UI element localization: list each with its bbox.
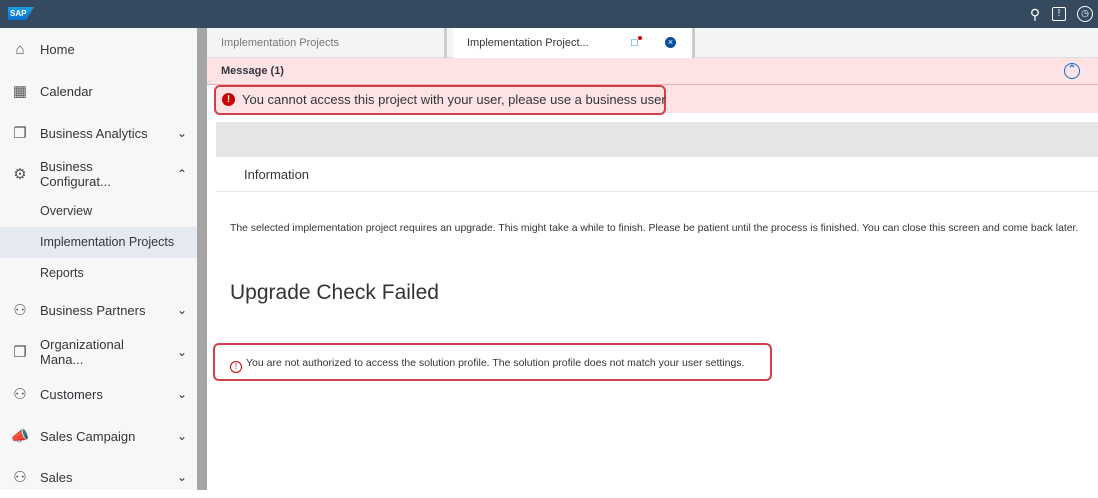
error-outline-icon: ! <box>230 361 242 373</box>
sidebar-item-home[interactable]: ⌂ Home <box>0 28 197 70</box>
home-icon: ⌂ <box>15 40 25 58</box>
label: Business Analytics <box>40 125 148 141</box>
label: Customers <box>40 386 103 402</box>
sidebar-item-sales-campaign[interactable]: 📣 Sales Campaign ⌄ <box>0 415 197 457</box>
tab-bar: Implementation Projects Implementation P… <box>207 28 1098 58</box>
message-header[interactable]: Message (1) ⌃ <box>207 58 1098 85</box>
sap-logo[interactable]: SAP <box>8 7 34 20</box>
partners-icon: ⚇ <box>13 302 27 319</box>
gear-icon: ⚙ <box>13 166 27 183</box>
sales-icon: ⚇ <box>13 469 27 486</box>
sidebar-item-business-analytics[interactable]: ❐ Business Analytics ⌄ <box>0 112 197 154</box>
divider <box>216 191 1098 192</box>
sidebar-sub-overview[interactable]: Overview <box>0 196 197 227</box>
sidebar-item-business-configuration[interactable]: ⚙ Business Configurat... ⌃ <box>0 153 197 195</box>
section-title: Upgrade Check Failed <box>230 281 439 304</box>
error-icon: ! <box>222 93 235 106</box>
message-notification-icon[interactable]: □ <box>631 28 642 58</box>
sidebar-sub-implementation-projects[interactable]: Implementation Projects <box>0 227 197 258</box>
org-icon: ❐ <box>13 344 27 361</box>
sidebar-item-calendar[interactable]: ▦ Calendar <box>0 70 197 112</box>
sidebar-item-business-partners[interactable]: ⚇ Business Partners ⌄ <box>0 289 197 331</box>
sidebar-sub-reports[interactable]: Reports <box>0 258 197 289</box>
label: Business Partners <box>40 302 146 318</box>
close-tab-icon[interactable]: × <box>665 37 676 48</box>
message-count: Message (1) <box>221 65 284 77</box>
chevron-down-icon[interactable]: ⌄ <box>167 429 197 443</box>
sidebar-item-sales[interactable]: ⚇ Sales ⌄ <box>0 456 197 498</box>
chevron-down-icon[interactable]: ⌄ <box>167 387 197 401</box>
info-text: The selected implementation project requ… <box>230 223 1079 234</box>
chevron-up-icon[interactable]: ⌃ <box>167 167 197 181</box>
sidebar-item-organizational-management[interactable]: ❐ Organizational Mana... ⌄ <box>0 331 197 373</box>
label: Home <box>40 41 75 57</box>
feedback-icon[interactable]: ! <box>1052 7 1066 21</box>
error-message-text: You cannot access this project with your… <box>242 92 666 107</box>
object-header <box>216 122 1098 157</box>
shell-bar: SAP ⚲ ! ◷ <box>0 0 1098 28</box>
label: Sales <box>40 469 73 485</box>
chevron-down-icon[interactable]: ⌄ <box>167 126 197 140</box>
customers-icon: ⚇ <box>13 386 27 403</box>
label: Business Configurat... <box>40 159 111 189</box>
sidebar-item-customers[interactable]: ⚇ Customers ⌄ <box>0 373 197 415</box>
clock-icon[interactable]: ◷ <box>1077 6 1093 22</box>
chevron-down-icon[interactable]: ⌄ <box>167 303 197 317</box>
tab-implementation-projects[interactable]: Implementation Projects <box>207 28 447 58</box>
megaphone-icon: 📣 <box>10 428 30 445</box>
tab-label: Implementation Project... <box>467 37 589 49</box>
analytics-icon: ❐ <box>13 125 27 142</box>
chevron-down-icon[interactable]: ⌄ <box>167 345 197 359</box>
collapse-icon[interactable]: ⌃ <box>1064 63 1080 79</box>
tab-information[interactable]: Information <box>244 167 309 182</box>
calendar-icon: ▦ <box>12 83 28 100</box>
tab-implementation-project-detail[interactable]: Implementation Project... □ × <box>453 28 695 58</box>
warning-text: You are not authorized to access the sol… <box>246 357 745 369</box>
sidebar-scrollbar[interactable] <box>197 28 207 490</box>
label: Sales Campaign <box>40 428 136 444</box>
label: Organizational Mana... <box>40 337 124 367</box>
search-icon[interactable]: ⚲ <box>1027 6 1043 22</box>
label: Calendar <box>40 83 93 99</box>
chevron-down-icon[interactable]: ⌄ <box>167 470 197 484</box>
